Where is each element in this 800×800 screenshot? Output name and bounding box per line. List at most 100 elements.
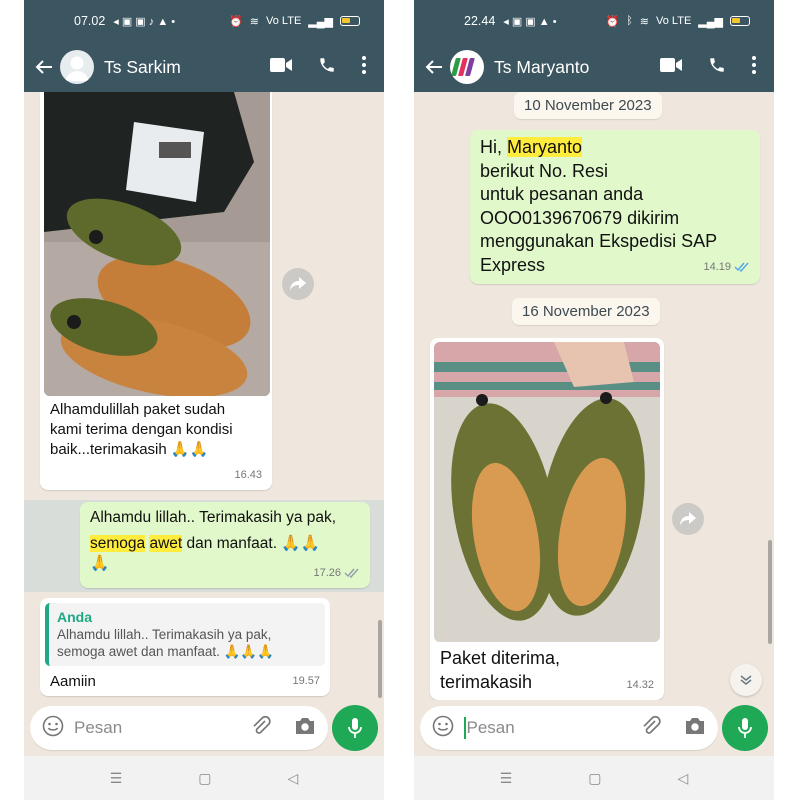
mic-button[interactable] xyxy=(722,705,768,751)
avatar-icon[interactable] xyxy=(60,50,94,84)
back-nav-icon[interactable]: ◁ xyxy=(678,770,689,787)
forward-icon[interactable] xyxy=(672,503,704,535)
message-time: 14.19 xyxy=(703,260,731,273)
system-icons: ⏰ ≋ Vo LTE ▂▄▆ xyxy=(229,15,360,28)
right-phone-screen: 22.44 ◂ ▣ ▣ ▲ • ⏰ ᛒ ≋ Vo LTE ▂▄▆ Ts Mary… xyxy=(414,0,774,800)
system-nav-bar: ☰ ▢ ◁ xyxy=(24,756,384,800)
more-vert-icon[interactable] xyxy=(752,55,756,79)
system-icons: ⏰ ᛒ ≋ Vo LTE ▂▄▆ xyxy=(605,15,750,28)
message-line: menggunakan Ekspedisi SAP xyxy=(480,231,718,251)
incoming-reply-message[interactable]: Anda Alhamdu lillah.. Terimakasih ya pak… xyxy=(40,598,330,696)
contact-name[interactable]: Ts Maryanto xyxy=(494,57,589,78)
highlight-text: Maryanto xyxy=(507,137,583,157)
mic-icon xyxy=(738,718,752,738)
message-time: 14.32 xyxy=(626,679,654,691)
message-line: berikut No. Resi xyxy=(480,160,609,181)
battery-icon xyxy=(730,16,750,26)
more-vert-icon[interactable] xyxy=(362,55,366,79)
sandals-photo[interactable] xyxy=(44,92,270,396)
message-line: untuk pesanan anda xyxy=(480,184,644,204)
incoming-photo-message[interactable]: Paket diterima, terimakasih 14.32 xyxy=(430,338,664,700)
message-time-status: 14.19 xyxy=(703,256,750,280)
highlight-text: awet xyxy=(149,535,183,552)
recents-icon[interactable]: ☰ xyxy=(110,770,123,787)
left-phone-screen: 07.02 ◂ ▣ ▣ ♪ ▲ • ⏰ ≋ Vo LTE ▂▄▆ Ts Sark… xyxy=(24,0,384,800)
camera-icon[interactable] xyxy=(294,717,316,740)
double-check-icon xyxy=(344,568,359,578)
home-icon[interactable]: ▢ xyxy=(198,770,211,787)
phone-icon[interactable] xyxy=(708,56,726,79)
compose-bar: Pesan xyxy=(414,700,774,756)
contact-name[interactable]: Ts Sarkim xyxy=(104,57,181,78)
photo-caption-line: terimakasih xyxy=(440,672,533,692)
compose-bar: Pesan xyxy=(24,700,384,756)
video-call-icon[interactable] xyxy=(270,57,292,77)
forward-icon[interactable] xyxy=(282,268,314,300)
outgoing-message[interactable]: Alhamdu lillah.. Terimakasih ya pak, sem… xyxy=(80,502,370,588)
message-input[interactable]: Pesan xyxy=(30,706,328,750)
battery-icon xyxy=(340,16,360,26)
volte-label: Vo LTE xyxy=(656,15,692,27)
text-cursor xyxy=(464,717,466,739)
video-call-icon[interactable] xyxy=(660,57,682,77)
message-line: OOO0139670679 dikirim xyxy=(480,207,680,228)
system-nav-bar: ☰ ▢ ◁ xyxy=(414,756,774,800)
sandals-photo[interactable] xyxy=(434,342,660,642)
avatar-logo-icon[interactable] xyxy=(450,50,484,84)
incoming-photo-message[interactable]: Alhamdulillah paket sudah kami terima de… xyxy=(40,92,272,490)
photo-caption-line: Alhamdulillah paket sudah xyxy=(50,401,226,418)
message-time: 17.26 xyxy=(313,567,341,579)
notification-icons: ◂ ▣ ▣ ♪ ▲ • xyxy=(113,15,176,28)
mic-icon xyxy=(348,718,362,738)
status-time: 07.02 xyxy=(74,14,106,28)
back-arrow-icon[interactable] xyxy=(30,53,58,81)
wifi-icon: ≋ xyxy=(639,15,650,28)
chat-area[interactable]: 10 November 2023 Hi, Maryanto berikut No… xyxy=(414,92,774,700)
scroll-down-icon[interactable] xyxy=(730,664,762,696)
scrollbar[interactable] xyxy=(768,540,772,644)
input-placeholder: Pesan xyxy=(74,718,123,737)
attach-icon[interactable] xyxy=(640,715,662,742)
signal-icon: ▂▄▆ xyxy=(698,15,723,28)
alarm-icon: ⏰ xyxy=(229,15,243,28)
chat-area[interactable]: Alhamdulillah paket sudah kami terima de… xyxy=(24,92,384,700)
back-arrow-icon[interactable] xyxy=(420,53,448,81)
message-time: 16.43 xyxy=(234,469,262,481)
notification-icons: ◂ ▣ ▣ ▲ • xyxy=(503,15,557,28)
camera-icon[interactable] xyxy=(684,717,706,740)
chat-header: Ts Sarkim xyxy=(24,42,384,92)
message-input[interactable]: Pesan xyxy=(420,706,718,750)
emoji-icon[interactable] xyxy=(42,715,64,742)
photo-caption-line: kami terima dengan kondisi xyxy=(50,421,233,438)
wifi-icon: ≋ xyxy=(249,15,260,28)
back-nav-icon[interactable]: ◁ xyxy=(288,770,299,787)
attach-icon[interactable] xyxy=(250,715,272,742)
volte-label: Vo LTE xyxy=(266,15,302,27)
date-chip: 16 November 2023 xyxy=(512,298,660,325)
status-bar: 22.44 ◂ ▣ ▣ ▲ • ⏰ ᛒ ≋ Vo LTE ▂▄▆ xyxy=(414,0,774,42)
scrollbar[interactable] xyxy=(378,620,382,698)
alarm-icon: ⏰ xyxy=(605,15,620,28)
date-chip: 10 November 2023 xyxy=(514,92,662,119)
phone-icon[interactable] xyxy=(318,56,336,79)
message-time-status: 17.26 xyxy=(313,563,360,583)
quoted-message[interactable]: Anda Alhamdu lillah.. Terimakasih ya pak… xyxy=(45,603,325,666)
outgoing-message[interactable]: Hi, Maryanto berikut No. Resi untuk pesa… xyxy=(470,130,760,284)
status-time: 22.44 xyxy=(464,14,496,28)
recents-icon[interactable]: ☰ xyxy=(500,770,513,787)
mic-button[interactable] xyxy=(332,705,378,751)
bluetooth-icon: ᛒ xyxy=(626,15,633,27)
home-icon[interactable]: ▢ xyxy=(588,770,601,787)
quote-author: Anda xyxy=(57,609,92,625)
highlight-text: semoga xyxy=(90,535,146,552)
double-check-icon xyxy=(734,262,749,273)
emoji-icon[interactable] xyxy=(432,715,454,742)
chat-header: Ts Maryanto xyxy=(414,42,774,92)
reply-text: Aamiin xyxy=(50,673,96,690)
photo-caption-line: baik...terimakasih 🙏🙏 xyxy=(50,441,209,458)
input-placeholder: Pesan xyxy=(466,718,515,737)
status-bar: 07.02 ◂ ▣ ▣ ♪ ▲ • ⏰ ≋ Vo LTE ▂▄▆ xyxy=(24,0,384,42)
greeting-text: Hi, xyxy=(480,137,502,157)
signal-icon: ▂▄▆ xyxy=(308,15,333,28)
reply-line: Alhamdu lillah.. Terimakasih ya pak, xyxy=(90,509,337,526)
